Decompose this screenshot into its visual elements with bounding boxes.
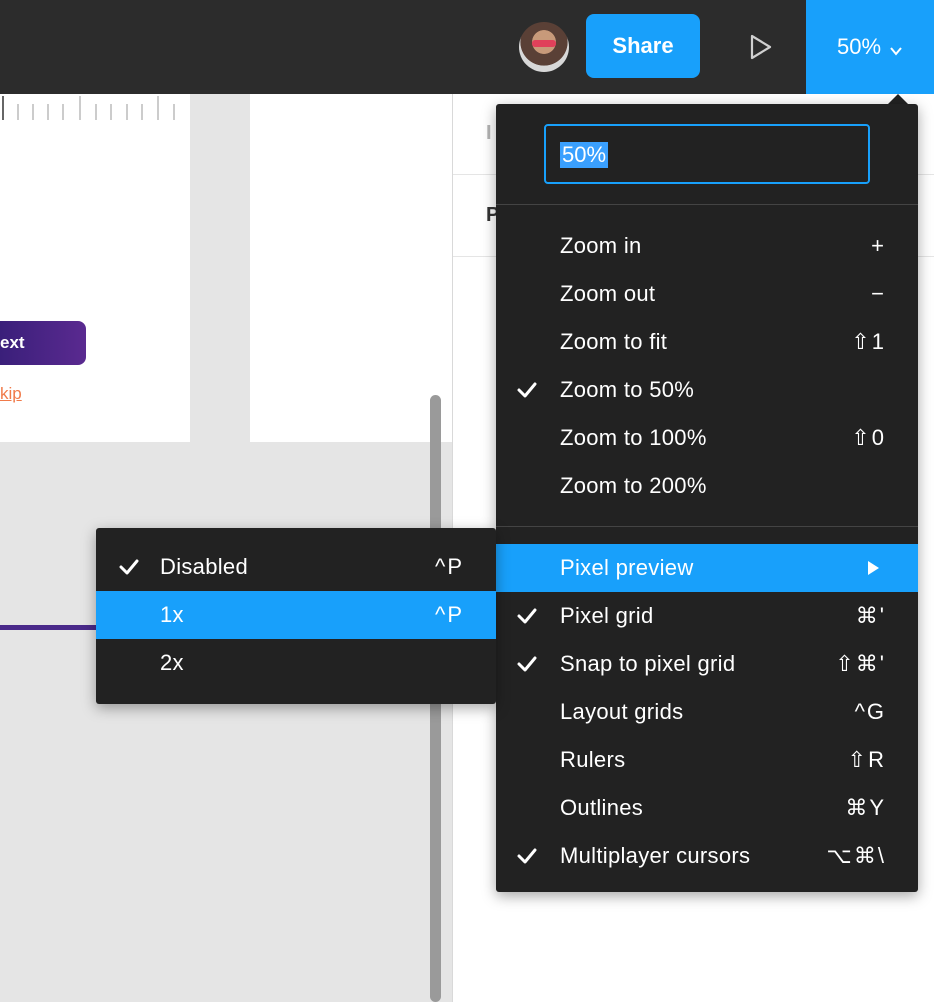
menu-item-shortcut: ^P (435, 554, 464, 579)
zoom-dropdown-button[interactable]: 50% (806, 0, 934, 94)
pixel-preview-submenu: Disabled ^P 1x ^P 2x (96, 528, 496, 704)
menu-item-label: Disabled (160, 554, 249, 579)
menu-item-multiplayer-cursors[interactable]: Multiplayer cursors ⌥⌘\ (496, 832, 918, 880)
menu-item-label: Zoom to 200% (560, 473, 707, 498)
zoom-input-value: 50% (560, 142, 609, 168)
menu-item-zoom-to-fit[interactable]: Zoom to fit ⇧1 (496, 318, 918, 366)
menu-item-shortcut: ⇧0 (851, 425, 886, 450)
menu-item-shortcut: ⌥⌘\ (826, 843, 886, 868)
share-button[interactable]: Share (586, 14, 700, 78)
menu-item-zoom-out[interactable]: Zoom out − (496, 270, 918, 318)
next-button[interactable]: ext (0, 321, 86, 365)
menu-item-shortcut: ⇧1 (851, 329, 886, 354)
menu-item-label: Zoom to fit (560, 329, 668, 354)
menu-item-label: 2x (160, 650, 184, 675)
chevron-down-icon (890, 47, 902, 56)
avatar-glasses (532, 40, 556, 47)
menu-item-snap-to-pixel-grid[interactable]: Snap to pixel grid ⇧⌘' (496, 640, 918, 688)
canvas-frame[interactable]: ext kip (0, 94, 190, 442)
canvas-line (0, 625, 100, 630)
menu-pointer (888, 94, 908, 104)
zoom-level-label: 50% (836, 34, 882, 59)
menu-item-zoom-to-200[interactable]: Zoom to 200% (496, 462, 918, 510)
menu-item-label: Zoom to 50% (560, 377, 695, 402)
check-icon (517, 656, 537, 672)
menu-item-disabled[interactable]: Disabled ^P (96, 543, 496, 591)
menu-item-shortcut: ⌘' (855, 603, 886, 628)
check-icon (517, 382, 537, 398)
menu-item-label: Multiplayer cursors (560, 843, 751, 868)
menu-item-shortcut: ⇧R (847, 747, 886, 772)
play-icon[interactable] (745, 30, 775, 64)
menu-item-shortcut: − (871, 281, 886, 306)
menu-item-label: Zoom to 100% (560, 425, 707, 450)
menu-item-label: Snap to pixel grid (560, 651, 736, 676)
menu-item-label: Pixel preview (560, 555, 694, 580)
menu-item-pixel-grid[interactable]: Pixel grid ⌘' (496, 592, 918, 640)
divider (496, 204, 918, 205)
ruler (2, 96, 175, 120)
menu-item-2x[interactable]: 2x (96, 639, 496, 687)
menu-item-shortcut: ^G (854, 699, 886, 724)
menu-item-shortcut: + (871, 233, 886, 258)
menu-item-label: Zoom in (560, 233, 642, 258)
canvas-frame-2[interactable] (250, 94, 452, 442)
menu-item-label: Layout grids (560, 699, 684, 724)
panel-section-label: I (486, 122, 492, 144)
menu-item-label: Pixel grid (560, 603, 654, 628)
menu-item-rulers[interactable]: Rulers ⇧R (496, 736, 918, 784)
menu-item-zoom-to-100[interactable]: Zoom to 100% ⇧0 (496, 414, 918, 462)
menu-item-shortcut: ⌘Y (845, 795, 886, 820)
menu-item-label: 1x (160, 602, 184, 627)
menu-item-zoom-to-50[interactable]: Zoom to 50% (496, 366, 918, 414)
menu-item-1x[interactable]: 1x ^P (96, 591, 496, 639)
menu-item-shortcut: ^P (435, 602, 464, 627)
menu-item-label: Rulers (560, 747, 626, 772)
menu-item-outlines[interactable]: Outlines ⌘Y (496, 784, 918, 832)
check-icon (517, 608, 537, 624)
menu-item-pixel-preview[interactable]: Pixel preview (496, 544, 918, 592)
menu-item-zoom-in[interactable]: Zoom in + (496, 222, 918, 270)
zoom-menu: 50% Zoom in + Zoom out − Zoom to fit ⇧1 Zoom t… (496, 104, 918, 892)
menu-item-label: Zoom out (560, 281, 656, 306)
divider (496, 526, 918, 527)
check-icon (119, 559, 139, 575)
avatar[interactable] (519, 22, 569, 72)
toolbar: Share 50% (0, 0, 934, 94)
skip-link[interactable]: kip (0, 384, 22, 404)
check-icon (517, 848, 537, 864)
menu-item-label: Outlines (560, 795, 644, 820)
menu-item-layout-grids[interactable]: Layout grids ^G (496, 688, 918, 736)
menu-item-shortcut: ⇧⌘' (835, 651, 886, 676)
zoom-input[interactable]: 50% (544, 124, 870, 184)
triangle-right-icon (868, 561, 879, 575)
